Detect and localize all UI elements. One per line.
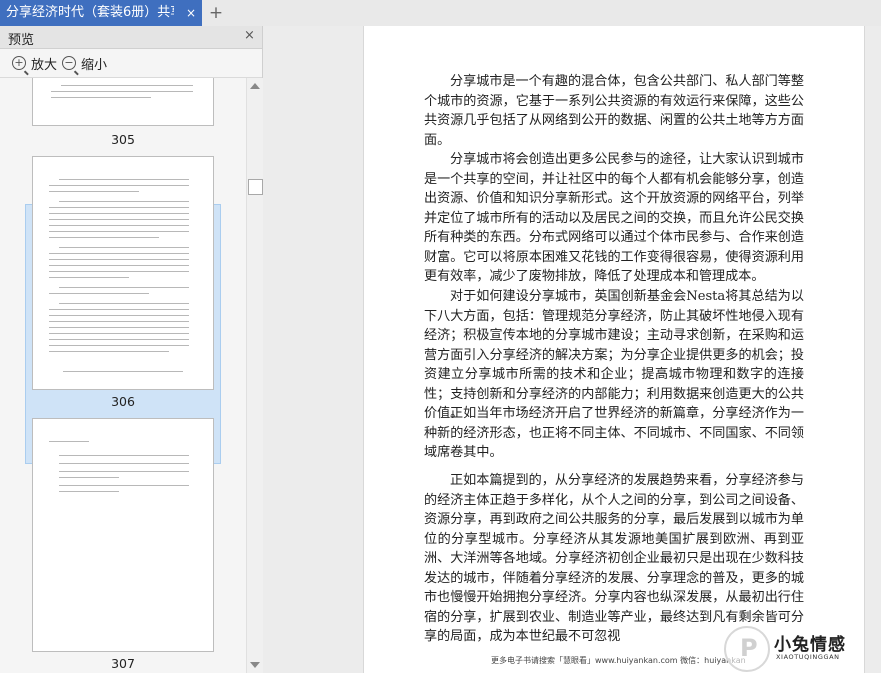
page-thumbnail-305[interactable]	[32, 78, 214, 126]
document-viewer[interactable]: 分享城市是一个有趣的混合体，包含公共部门、私人部门等整个城市的资源，它基于一系列…	[263, 26, 881, 673]
zoom-in-button[interactable]: + 放大	[12, 53, 57, 73]
close-sidebar-icon[interactable]: ×	[244, 28, 255, 43]
watermark-brand: 小兔情感	[774, 635, 846, 655]
zoom-out-label: 缩小	[81, 57, 108, 73]
zoom-in-label: 放大	[31, 57, 58, 73]
zoom-in-icon: +	[12, 56, 26, 70]
page-number-307: 307	[111, 656, 135, 671]
page-thumbnails: 305 306 307	[0, 78, 246, 673]
page-thumbnail-307[interactable]	[32, 418, 214, 652]
close-tab-icon[interactable]: ×	[184, 0, 198, 26]
watermark-subtitle: XIAOTUQINGGAN	[776, 653, 840, 661]
preview-sidebar: 预览 × + 放大 − 缩小 305 306 307	[0, 26, 263, 673]
watermark-logo-icon: P	[724, 626, 770, 672]
paragraph-1: 分享城市是一个有趣的混合体，包含公共部门、私人部门等整个城市的资源，它基于一系列…	[424, 74, 804, 148]
page-thumbnail-306[interactable]	[32, 156, 214, 390]
document-tab[interactable]: 分享经济时代（套装6册）共享经 ×	[0, 0, 202, 26]
zoom-out-button[interactable]: − 缩小	[62, 53, 107, 73]
new-tab-icon[interactable]: +	[206, 0, 226, 26]
scroll-up-arrow-icon[interactable]	[250, 83, 260, 89]
tab-title: 分享经济时代（套装6册）共享经	[6, 5, 174, 20]
sidebar-header: 预览 ×	[0, 26, 262, 49]
page-number-306: 306	[111, 394, 135, 409]
scroll-down-arrow-icon[interactable]	[250, 662, 260, 668]
sidebar-scrollbar[interactable]	[246, 78, 263, 673]
zoom-out-icon: −	[62, 56, 76, 70]
paragraph-4: 正如当年市场经济开启了世界经济的新篇章，分享经济作为一种新的经济形态，也正将不同…	[424, 406, 804, 460]
tab-bar: 分享经济时代（套装6册）共享经 × +	[0, 0, 881, 27]
document-page: 分享城市是一个有趣的混合体，包含公共部门、私人部门等整个城市的资源，它基于一系列…	[363, 26, 865, 673]
sidebar-title: 预览	[8, 33, 35, 48]
page-footer: 更多电子书请搜索「慧眼看」www.huiyankan.com 微信：huiyan…	[491, 656, 746, 665]
paragraph-5: 正如本篇提到的，从分享经济的发展趋势来看，分享经济参与的经济主体正趋于多样化，从…	[424, 473, 804, 644]
scrollbar-thumb[interactable]	[248, 179, 263, 195]
watermark: P 小兔情感 XIAOTUQINGGAN	[724, 626, 881, 673]
paragraph-2: 分享城市将会创造出更多公民参与的途径，让大家认识到城市是一个共享的空间，并让社区…	[424, 152, 804, 284]
zoom-toolbar: + 放大 − 缩小	[0, 49, 262, 78]
page-number-305: 305	[111, 132, 135, 147]
